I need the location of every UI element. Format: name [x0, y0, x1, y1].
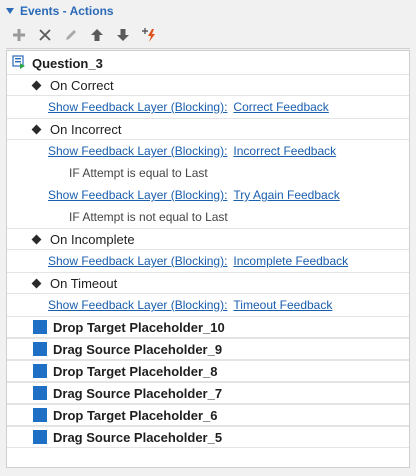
tree-root-label: Question_3	[32, 55, 103, 71]
condition-label: IF Attempt is not equal to Last	[69, 210, 228, 224]
placeholder-item[interactable]: Drop Target Placeholder_6	[7, 404, 409, 426]
event-on-correct[interactable]: On Correct	[7, 74, 409, 96]
events-actions-panel: Events - Actions Question_3 On Correct S…	[0, 0, 416, 476]
event-label: On Correct	[50, 77, 114, 93]
placeholder-square-icon	[33, 342, 47, 356]
action-link[interactable]: Show Feedback Layer (Blocking):	[48, 188, 227, 202]
placeholder-label: Drop Target Placeholder_8	[53, 363, 218, 379]
action-target-link[interactable]: Try Again Feedback	[233, 188, 339, 202]
move-down-icon	[117, 29, 129, 41]
panel-header[interactable]: Events - Actions	[4, 2, 114, 20]
delete-icon	[39, 29, 51, 41]
placeholder-item[interactable]: Drag Source Placeholder_7	[7, 382, 409, 404]
placeholder-item[interactable]: Drop Target Placeholder_10	[7, 316, 409, 338]
placeholder-square-icon	[33, 408, 47, 422]
placeholder-square-icon	[33, 430, 47, 444]
action-row[interactable]: Show Feedback Layer (Blocking): Incomple…	[7, 250, 409, 272]
delete-button[interactable]	[32, 24, 58, 46]
add-trigger-button[interactable]	[136, 24, 162, 46]
placeholder-label: Drop Target Placeholder_6	[53, 407, 218, 423]
event-diamond-icon	[31, 80, 42, 90]
question-slide-icon	[12, 54, 26, 72]
collapse-triangle-icon[interactable]	[6, 8, 14, 14]
action-target-link[interactable]: Incomplete Feedback	[233, 254, 348, 268]
move-up-icon	[91, 29, 103, 41]
event-diamond-icon	[31, 278, 42, 288]
toolbar-divider	[6, 48, 410, 49]
action-row[interactable]: Show Feedback Layer (Blocking): Try Agai…	[7, 184, 409, 206]
toolbar	[6, 24, 410, 46]
action-target-link[interactable]: Incorrect Feedback	[233, 144, 336, 158]
event-on-incorrect[interactable]: On Incorrect	[7, 118, 409, 140]
placeholder-item[interactable]: Drag Source Placeholder_5	[7, 426, 409, 448]
events-tree: Question_3 On Correct Show Feedback Laye…	[6, 50, 410, 468]
add-icon	[13, 29, 25, 41]
condition-label: IF Attempt is equal to Last	[69, 166, 208, 180]
edit-button[interactable]	[58, 24, 84, 46]
event-diamond-icon	[31, 234, 42, 244]
action-target-link[interactable]: Timeout Feedback	[233, 298, 332, 312]
add-button[interactable]	[6, 24, 32, 46]
condition-row[interactable]: IF Attempt is not equal to Last	[7, 206, 409, 228]
event-label: On Incorrect	[50, 121, 122, 137]
placeholder-label: Drag Source Placeholder_7	[53, 385, 223, 401]
placeholder-square-icon	[33, 364, 47, 378]
action-link[interactable]: Show Feedback Layer (Blocking):	[48, 298, 227, 312]
placeholder-label: Drag Source Placeholder_9	[53, 341, 223, 357]
placeholder-label: Drag Source Placeholder_5	[53, 429, 223, 445]
action-link[interactable]: Show Feedback Layer (Blocking):	[48, 100, 227, 114]
placeholder-item[interactable]: Drag Source Placeholder_9	[7, 338, 409, 360]
panel-title: Events - Actions	[20, 4, 114, 18]
tree-root-row[interactable]: Question_3	[7, 52, 409, 74]
event-label: On Timeout	[50, 275, 118, 291]
placeholder-square-icon	[33, 386, 47, 400]
action-link[interactable]: Show Feedback Layer (Blocking):	[48, 254, 227, 268]
condition-row[interactable]: IF Attempt is equal to Last	[7, 162, 409, 184]
action-target-link[interactable]: Correct Feedback	[233, 100, 328, 114]
event-diamond-icon	[31, 124, 42, 134]
move-down-button[interactable]	[110, 24, 136, 46]
action-row[interactable]: Show Feedback Layer (Blocking): Correct …	[7, 96, 409, 118]
action-row[interactable]: Show Feedback Layer (Blocking): Incorrec…	[7, 140, 409, 162]
action-link[interactable]: Show Feedback Layer (Blocking):	[48, 144, 227, 158]
move-up-button[interactable]	[84, 24, 110, 46]
event-on-timeout[interactable]: On Timeout	[7, 272, 409, 294]
event-label: On Incomplete	[50, 231, 135, 247]
placeholder-item[interactable]: Drop Target Placeholder_8	[7, 360, 409, 382]
add-trigger-icon	[142, 28, 155, 42]
edit-icon	[66, 30, 76, 40]
placeholder-label: Drop Target Placeholder_10	[53, 319, 225, 335]
placeholder-square-icon	[33, 320, 47, 334]
event-on-incomplete[interactable]: On Incomplete	[7, 228, 409, 250]
action-row[interactable]: Show Feedback Layer (Blocking): Timeout …	[7, 294, 409, 316]
